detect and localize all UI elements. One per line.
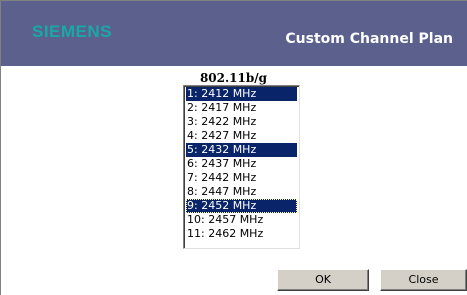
channel-option-4[interactable]: 4: 2427 MHz (186, 129, 297, 143)
channel-option-3[interactable]: 3: 2422 MHz (186, 115, 297, 129)
channel-option-10[interactable]: 10: 2457 MHz (186, 213, 297, 227)
dialog-title: Custom Channel Plan (285, 31, 453, 47)
channel-option-8[interactable]: 8: 2447 MHz (186, 185, 297, 199)
channel-option-7[interactable]: 7: 2442 MHz (186, 171, 297, 185)
channel-listbox[interactable]: 1: 2412 MHz 2: 2417 MHz 3: 2422 MHz 4: 2… (183, 85, 300, 249)
close-button[interactable]: Close (380, 269, 467, 291)
siemens-logo: SIEMENS (32, 22, 113, 41)
channel-option-9[interactable]: 9: 2452 MHz (186, 199, 297, 213)
channel-option-5[interactable]: 5: 2432 MHz (186, 143, 297, 157)
channel-option-1[interactable]: 1: 2412 MHz (186, 87, 297, 101)
dialog-header: SIEMENS Custom Channel Plan (1, 1, 467, 66)
channel-option-11[interactable]: 11: 2462 MHz (186, 227, 297, 241)
channel-option-6[interactable]: 6: 2437 MHz (186, 157, 297, 171)
ok-button[interactable]: OK (277, 269, 369, 291)
band-label: 802.11b/g (199, 71, 268, 85)
channel-option-2[interactable]: 2: 2417 MHz (186, 101, 297, 115)
